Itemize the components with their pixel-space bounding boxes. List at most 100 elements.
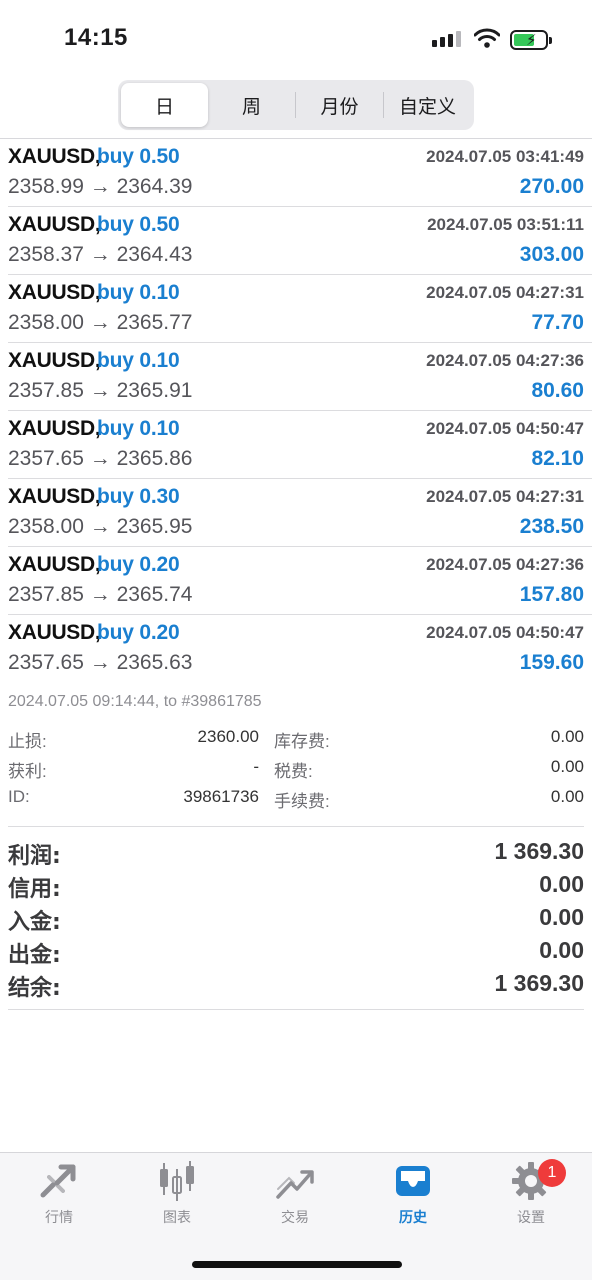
- trade-row[interactable]: XAUUSD, buy 0.10 2024.07.05 04:27:31 235…: [0, 275, 592, 343]
- status-time: 14:15: [64, 24, 128, 51]
- trade-profit: 238.50: [519, 515, 584, 538]
- history-inbox-icon: [396, 1166, 430, 1196]
- trade-prices: 2358.00 → 2365.95: [8, 515, 193, 538]
- summary-label: 信用:: [8, 877, 61, 902]
- quotes-icon: [40, 1164, 76, 1198]
- trade-symbol: XAUUSD,: [8, 621, 101, 644]
- summary-row-deposit: 入金: 0.00: [0, 904, 592, 937]
- stop-loss-value: 2360.00: [197, 727, 259, 746]
- trade-row[interactable]: XAUUSD, buy 0.50 2024.07.05 03:41:49 235…: [0, 139, 592, 207]
- summary-value: 1 369.30: [494, 838, 584, 864]
- bottom-tab-bar: 行情 图表 交易 历史 1 设置: [0, 1152, 592, 1280]
- trade-prices: 2357.65 → 2365.86: [8, 447, 193, 470]
- id-value: 39861736: [183, 787, 259, 806]
- summary-row-withdrawal: 出金: 0.00: [0, 937, 592, 970]
- trade-row[interactable]: XAUUSD, buy 0.30 2024.07.05 04:27:31 235…: [0, 479, 592, 547]
- trade-symbol: XAUUSD,: [8, 417, 101, 440]
- tab-week[interactable]: 周: [208, 83, 295, 127]
- trade-row-expanded[interactable]: XAUUSD, buy 0.20 2024.07.05 04:50:47 235…: [0, 615, 592, 683]
- commission-label: 手续费:: [274, 792, 330, 811]
- trade-symbol: XAUUSD,: [8, 553, 101, 576]
- home-indicator: [192, 1261, 402, 1268]
- summary-row-profit: 利润: 1 369.30: [0, 838, 592, 871]
- id-label: ID:: [8, 787, 30, 806]
- trade-row[interactable]: XAUUSD, buy 0.10 2024.07.05 04:27:36 235…: [0, 343, 592, 411]
- trade-icon: [276, 1170, 314, 1199]
- trade-prices: 2358.37 → 2364.43: [8, 243, 193, 266]
- nav-tab-settings[interactable]: 1 设置: [486, 1159, 576, 1231]
- nav-tab-quotes[interactable]: 行情: [14, 1161, 104, 1231]
- nav-tab-label: 图表: [163, 1210, 191, 1226]
- trade-side: buy 0.20: [97, 553, 180, 576]
- trade-symbol: XAUUSD,: [8, 213, 101, 236]
- trade-profit: 270.00: [519, 175, 584, 198]
- trade-list: XAUUSD, buy 0.50 2024.07.05 03:41:49 235…: [0, 139, 592, 683]
- detail-row: ID: 39861736 手续费: 0.00: [0, 787, 592, 817]
- trade-side: buy 0.50: [97, 145, 180, 168]
- trade-profit: 157.80: [519, 583, 584, 606]
- trade-time: 2024.07.05 04:27:31: [426, 487, 584, 506]
- tab-day[interactable]: 日: [121, 83, 208, 127]
- trade-detail-header: 2024.07.05 09:14:44, to #39861785: [8, 693, 262, 710]
- trade-side: buy 0.30: [97, 485, 180, 508]
- trade-time: 2024.07.05 04:27:31: [426, 283, 584, 302]
- detail-row: 获利: - 税费: 0.00: [0, 757, 592, 787]
- summary-label: 结余:: [8, 976, 61, 1001]
- nav-tab-label: 行情: [45, 1210, 73, 1226]
- nav-tab-label: 设置: [517, 1210, 545, 1226]
- trade-time: 2024.07.05 04:50:47: [426, 623, 584, 642]
- summary-value: 0.00: [539, 871, 584, 897]
- swap-value: 0.00: [550, 727, 584, 746]
- nav-tab-label: 交易: [281, 1210, 309, 1226]
- summary-label: 利润:: [8, 844, 61, 869]
- tax-value: 0.00: [550, 757, 584, 776]
- trade-row[interactable]: XAUUSD, buy 0.20 2024.07.05 04:27:36 235…: [0, 547, 592, 615]
- trade-side: buy 0.10: [97, 349, 180, 372]
- cellular-signal-icon: [432, 31, 461, 47]
- trade-symbol: XAUUSD,: [8, 281, 101, 304]
- nav-tab-charts[interactable]: 图表: [132, 1161, 222, 1231]
- trade-prices: 2358.99 → 2364.39: [8, 175, 193, 198]
- trade-time: 2024.07.05 04:27:36: [426, 351, 584, 370]
- summary-value: 0.00: [539, 937, 584, 963]
- trade-symbol: XAUUSD,: [8, 485, 101, 508]
- trade-symbol: XAUUSD,: [8, 349, 101, 372]
- candlestick-chart-icon: [160, 1161, 194, 1201]
- trade-prices: 2357.65 → 2365.63: [8, 651, 193, 674]
- notification-badge: 1: [538, 1159, 566, 1187]
- summary-value: 0.00: [539, 904, 584, 930]
- nav-tab-history[interactable]: 历史: [368, 1161, 458, 1231]
- swap-label: 库存费:: [274, 732, 330, 751]
- trade-row[interactable]: XAUUSD, buy 0.10 2024.07.05 04:50:47 235…: [0, 411, 592, 479]
- take-profit-label: 获利:: [8, 762, 47, 781]
- summary-row-balance: 结余: 1 369.30: [0, 970, 592, 1003]
- summary-row-credit: 信用: 0.00: [0, 871, 592, 904]
- divider: [8, 826, 584, 827]
- trade-prices: 2358.00 → 2365.77: [8, 311, 193, 334]
- trade-profit: 303.00: [519, 243, 584, 266]
- trade-profit: 80.60: [531, 379, 584, 402]
- nav-tab-trade[interactable]: 交易: [250, 1161, 340, 1231]
- wifi-icon: [474, 28, 500, 48]
- trade-profit: 159.60: [519, 651, 584, 674]
- trade-row[interactable]: XAUUSD, buy 0.50 2024.07.05 03:51:11 235…: [0, 207, 592, 275]
- summary-label: 入金:: [8, 910, 61, 935]
- divider: [8, 1009, 584, 1010]
- trade-profit: 82.10: [531, 447, 584, 470]
- detail-row: 止损: 2360.00 库存费: 0.00: [0, 727, 592, 757]
- tab-month[interactable]: 月份: [296, 83, 383, 127]
- summary-value: 1 369.30: [494, 970, 584, 996]
- stop-loss-label: 止损:: [8, 732, 47, 751]
- tab-custom[interactable]: 自定义: [384, 83, 471, 127]
- summary-label: 出金:: [8, 943, 61, 968]
- period-segmented-control: 日 周 月份 自定义: [118, 80, 474, 130]
- commission-value: 0.00: [550, 787, 584, 806]
- trade-time: 2024.07.05 04:27:36: [426, 555, 584, 574]
- take-profit-value: -: [253, 757, 259, 776]
- tax-label: 税费:: [274, 762, 313, 781]
- status-bar: 14:15 ⚡: [0, 0, 592, 80]
- nav-tab-label: 历史: [399, 1210, 427, 1226]
- trade-time: 2024.07.05 04:50:47: [426, 419, 584, 438]
- battery-icon: ⚡: [510, 30, 552, 50]
- trade-side: buy 0.50: [97, 213, 180, 236]
